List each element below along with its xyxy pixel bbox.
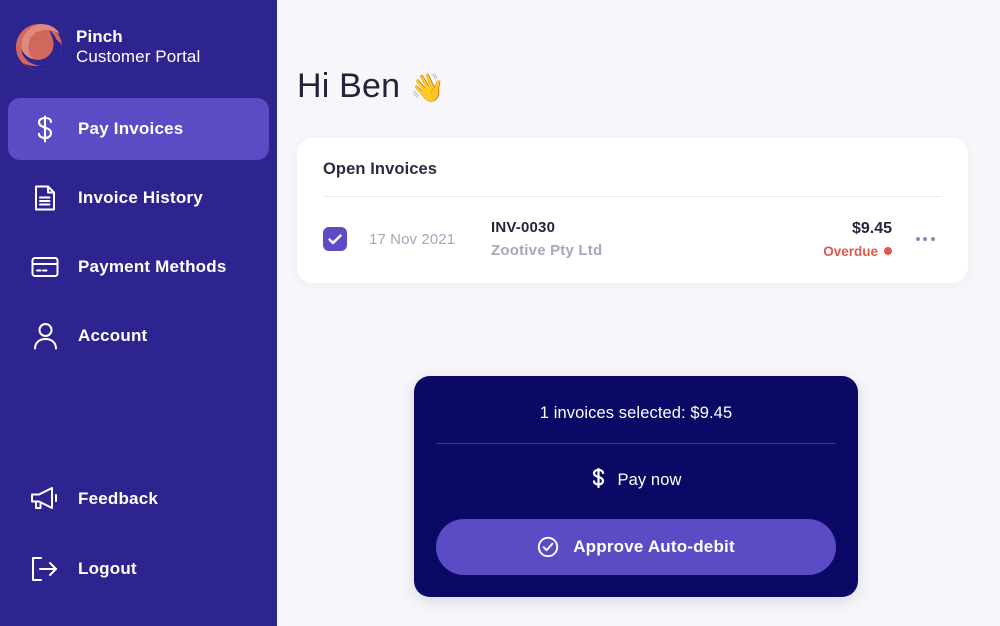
status-badge: Overdue — [823, 244, 892, 259]
greeting-text: Hi Ben — [297, 67, 400, 106]
main-content: Hi Ben 👋 Open Invoices 17 Nov 2021 INV-0… — [277, 0, 1000, 626]
pinch-logo-icon — [16, 24, 62, 70]
selection-summary: 1 invoices selected: $9.45 — [436, 396, 836, 443]
sidebar-item-label: Invoice History — [78, 188, 203, 208]
brand-text: Pinch Customer Portal — [76, 27, 200, 67]
status-label: Overdue — [823, 244, 878, 259]
sidebar-item-payment-methods[interactable]: Payment Methods — [8, 236, 269, 298]
logout-arrow-icon — [30, 554, 60, 584]
check-circle-icon — [537, 536, 559, 558]
sidebar-item-label: Account — [78, 326, 147, 346]
invoice-info: INV-0030 Zootive Pty Ltd — [491, 219, 823, 259]
brand-subtitle: Customer Portal — [76, 47, 200, 67]
sidebar-nav-secondary: Feedback Logout — [0, 468, 277, 626]
card-title: Open Invoices — [323, 160, 942, 196]
invoice-amounts: $9.45 Overdue — [823, 220, 892, 259]
sidebar-item-label: Feedback — [78, 489, 158, 509]
sidebar-item-feedback[interactable]: Feedback — [8, 468, 269, 530]
pay-now-label: Pay now — [618, 471, 682, 490]
sidebar-item-label: Logout — [78, 559, 137, 579]
ellipsis-dot — [923, 237, 927, 241]
approve-auto-debit-button[interactable]: Approve Auto-debit — [436, 519, 836, 575]
ellipsis-dot — [916, 237, 920, 241]
sidebar-item-logout[interactable]: Logout — [8, 538, 269, 600]
credit-card-icon — [30, 252, 60, 282]
invoice-checkbox[interactable] — [323, 227, 347, 251]
sidebar-item-label: Payment Methods — [78, 257, 226, 277]
waving-hand-icon: 👋 — [410, 74, 445, 102]
invoice-number: INV-0030 — [491, 219, 823, 236]
approve-auto-debit-label: Approve Auto-debit — [573, 537, 735, 557]
dollar-sign-icon — [591, 468, 606, 493]
dollar-sign-icon — [30, 114, 60, 144]
status-dot-icon — [884, 247, 892, 255]
ellipsis-dot — [931, 237, 935, 241]
sidebar-nav-primary: Pay Invoices Invoice History — [0, 98, 277, 374]
ellipsis-icon[interactable] — [908, 237, 942, 241]
user-icon — [30, 321, 60, 351]
sidebar: Pinch Customer Portal Pay Invoices — [0, 0, 277, 626]
invoice-date: 17 Nov 2021 — [369, 231, 469, 248]
pay-panel: 1 invoices selected: $9.45 Pay now Appro… — [414, 376, 858, 597]
brand-name: Pinch — [76, 27, 200, 47]
page-title: Hi Ben 👋 — [297, 0, 982, 116]
sidebar-item-account[interactable]: Account — [8, 305, 269, 367]
brand: Pinch Customer Portal — [0, 16, 277, 72]
sidebar-item-pay-invoices[interactable]: Pay Invoices — [8, 98, 269, 160]
invoice-amount: $9.45 — [852, 220, 892, 238]
document-lines-icon — [30, 183, 60, 213]
open-invoices-card: Open Invoices 17 Nov 2021 INV-0030 Zooti… — [297, 138, 968, 283]
sidebar-item-label: Pay Invoices — [78, 119, 183, 139]
table-row[interactable]: 17 Nov 2021 INV-0030 Zootive Pty Ltd $9.… — [323, 197, 942, 263]
sidebar-item-invoice-history[interactable]: Invoice History — [8, 167, 269, 229]
invoice-company: Zootive Pty Ltd — [491, 242, 823, 259]
megaphone-icon — [30, 484, 60, 514]
pay-now-button[interactable]: Pay now — [436, 444, 836, 519]
